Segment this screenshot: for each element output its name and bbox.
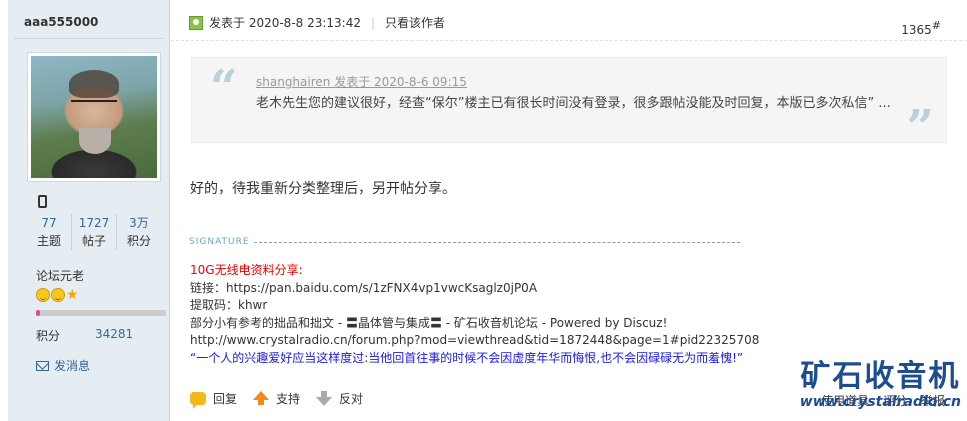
sun-icon (36, 288, 50, 302)
points-value[interactable]: 34281 (95, 327, 155, 341)
star-icon: ★ (66, 287, 79, 303)
stat-threads[interactable]: 77 主题 (27, 214, 72, 250)
online-status-icon (189, 15, 203, 30)
oppose-button[interactable]: 反对 (316, 390, 363, 407)
reply-button[interactable]: 回复 (190, 390, 237, 409)
author-sidebar: aaa555000 77 主题 1727 帖子 3万 积分 论坛元老 ★ 积分 … (8, 0, 170, 421)
only-author-link[interactable]: 只看该作者 (385, 14, 445, 31)
points-label: 积分 (36, 329, 61, 343)
quote-close-icon: ” (906, 100, 934, 156)
send-message-link[interactable]: 发消息 (36, 357, 90, 374)
signature-url-link[interactable]: http://www.crystalradio.cn/forum.php?mod… (190, 332, 759, 350)
report-link[interactable]: 举报 (921, 392, 945, 409)
points-row: 积分 34281 (36, 327, 133, 344)
post-tools: 使用道具 评分 举报 (821, 392, 945, 409)
support-button[interactable]: 支持 (253, 390, 300, 407)
author-stats: 77 主题 1727 帖子 3万 积分 (27, 214, 161, 250)
signature-label: SIGNATURE (189, 237, 250, 247)
post-meta-bar: 发表于 2020-8-8 23:13:42 | 只看该作者 (189, 14, 445, 31)
post-time: 发表于 2020-8-8 23:13:42 (209, 16, 361, 30)
envelope-icon (36, 360, 49, 371)
quote-open-icon: “ (210, 60, 238, 116)
avatar[interactable] (27, 52, 161, 182)
thumbs-up-arrow-icon (253, 391, 270, 405)
avatar-image[interactable] (31, 56, 157, 178)
stat-credits[interactable]: 3万 积分 (117, 214, 161, 250)
level-progress-fill (36, 310, 40, 316)
comment-bubble-icon (190, 392, 206, 409)
post-actions: 回复 支持 反对 (190, 390, 379, 409)
signature-link[interactable]: 链接：https://pan.baidu.com/s/1zFNX4vp1vwcK… (190, 280, 759, 298)
sun-icon (51, 288, 65, 302)
mobile-phone-icon (38, 195, 47, 208)
signature-title: 10G无线电资料分享: (190, 263, 303, 277)
signature-divider: SIGNATURE (189, 237, 740, 247)
header-divider (171, 40, 967, 41)
floor-number[interactable]: 1365# (901, 19, 941, 37)
signature-ref-link[interactable]: 部分小有参考的拙品和拙文 - 〓晶体管与集成〓 - 矿石收音机论坛 - Powe… (190, 315, 759, 333)
post-main: 发表于 2020-8-8 23:13:42 | 只看该作者 1365# “ sh… (171, 0, 967, 421)
user-group[interactable]: 论坛元老 (36, 267, 84, 284)
signature-motto: “一个人的兴趣爱好应当这样度过:当他回首往事的时候不会因虚度年华而悔恨,也不会因… (190, 350, 744, 365)
meta-separator: | (371, 15, 376, 30)
level-progress-bar (36, 310, 166, 316)
stat-posts[interactable]: 1727 帖子 (72, 214, 117, 250)
signature: 10G无线电资料分享: 链接：https://pan.baidu.com/s/1… (190, 262, 759, 367)
post-body: 好的，待我重新分类整理后，另开帖分享。 (190, 181, 456, 197)
username-divider (14, 38, 163, 39)
thumbs-down-arrow-icon (316, 391, 333, 406)
quote-block: “ shanghairen 发表于 2020-8-6 09:15 老木先生您的建… (191, 57, 947, 156)
author-username[interactable]: aaa555000 (24, 15, 98, 29)
signature-code: 提取码：khwr (190, 298, 268, 312)
use-tools-link[interactable]: 使用道具 (821, 392, 869, 409)
rate-link[interactable]: 评分 (883, 392, 907, 409)
quote-source-link[interactable]: shanghairen 发表于 2020-8-6 09:15 (256, 73, 467, 90)
rank-icons: ★ (36, 288, 80, 302)
quote-text: 老木先生您的建议很好，经查“保尔”楼主已有很长时间没有登录，很多跟帖没能及时回复… (256, 96, 891, 111)
